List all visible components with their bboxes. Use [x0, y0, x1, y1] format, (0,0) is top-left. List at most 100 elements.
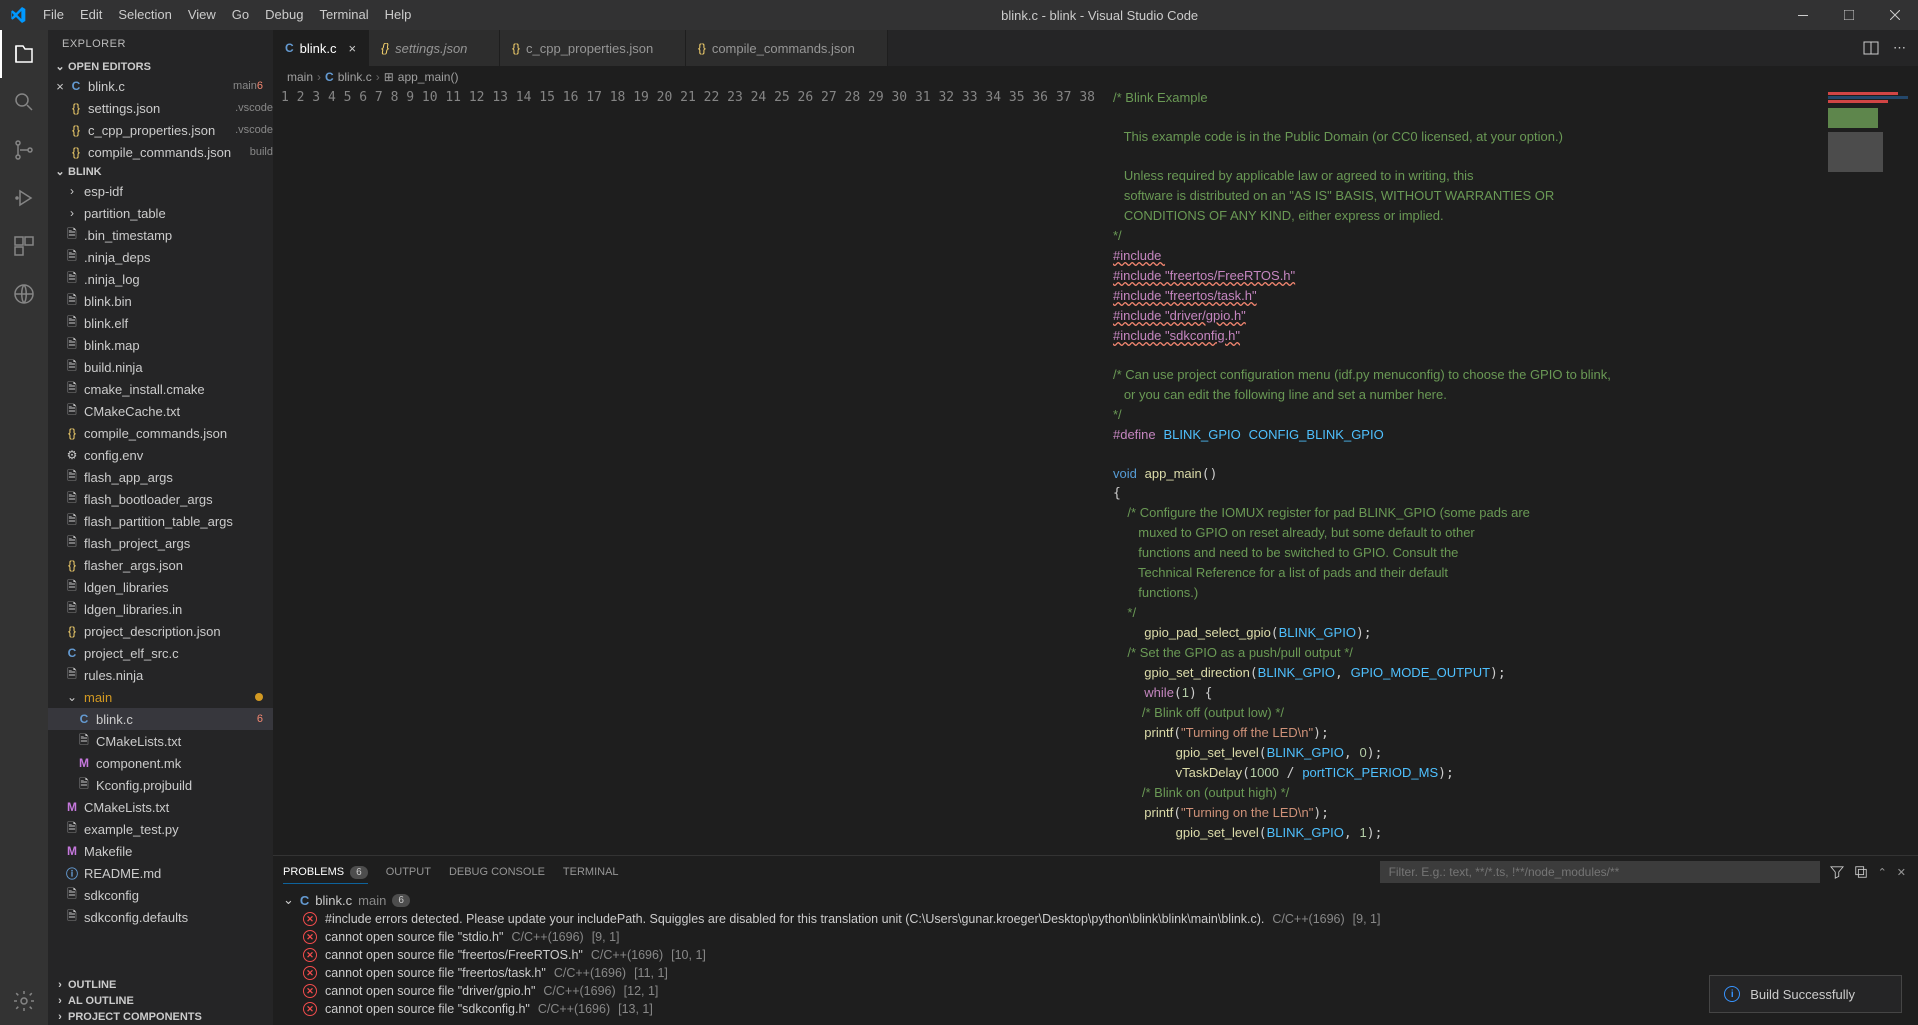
- open-editors-header[interactable]: ⌄ OPEN EDITORS: [48, 58, 273, 75]
- breadcrumb-item[interactable]: app_main(): [398, 70, 459, 84]
- close-icon[interactable]: ×: [52, 79, 68, 94]
- menu-terminal[interactable]: Terminal: [311, 0, 376, 30]
- panel-tab-problems[interactable]: PROBLEMS 6: [283, 866, 368, 884]
- folder-header[interactable]: ⌄ BLINK: [48, 163, 273, 180]
- file-row[interactable]: 🗎rules.ninja: [48, 664, 273, 686]
- file-icon: 🗎: [64, 379, 80, 400]
- notification-toast[interactable]: i Build Successfully: [1709, 975, 1902, 1013]
- folder-row[interactable]: ›esp-idf: [48, 180, 273, 202]
- menu-file[interactable]: File: [35, 0, 72, 30]
- file-row[interactable]: 🗎flash_bootloader_args: [48, 488, 273, 510]
- panel-tab-terminal[interactable]: TERMINAL: [563, 866, 619, 878]
- activity-explorer-icon[interactable]: [0, 30, 48, 78]
- project-components-header[interactable]: ›PROJECT COMPONENTS: [48, 1009, 273, 1025]
- problem-row[interactable]: ✕cannot open source file "freertos/task.…: [273, 964, 1918, 982]
- file-row[interactable]: Cproject_elf_src.c: [48, 642, 273, 664]
- bottom-panel: PROBLEMS 6 OUTPUT DEBUG CONSOLE TERMINAL…: [273, 855, 1918, 1025]
- menu-edit[interactable]: Edit: [72, 0, 110, 30]
- menu-help[interactable]: Help: [377, 0, 420, 30]
- problem-row[interactable]: ✕cannot open source file "freertos/FreeR…: [273, 946, 1918, 964]
- menu-go[interactable]: Go: [224, 0, 257, 30]
- file-row[interactable]: Cblink.c6: [48, 708, 273, 730]
- breadcrumb[interactable]: main›Cblink.c›⊞app_main(): [273, 66, 1918, 88]
- editor-tab[interactable]: {}settings.json×: [369, 30, 500, 66]
- minimize-button[interactable]: [1780, 0, 1826, 30]
- problems-file-row[interactable]: ⌄ C blink.c main 6: [273, 890, 1918, 910]
- filter-icon[interactable]: [1830, 865, 1844, 879]
- code-content[interactable]: /* Blink Example This example code is in…: [1113, 88, 1918, 855]
- activity-debug-icon[interactable]: [0, 174, 48, 222]
- file-row[interactable]: 🗎.ninja_log: [48, 268, 273, 290]
- editor-tab[interactable]: {}compile_commands.json×: [686, 30, 888, 66]
- file-row[interactable]: {}flasher_args.json: [48, 554, 273, 576]
- menu-view[interactable]: View: [180, 0, 224, 30]
- file-row[interactable]: ⓘREADME.md: [48, 862, 273, 884]
- file-row[interactable]: 🗎CMakeCache.txt: [48, 400, 273, 422]
- file-row[interactable]: 🗎flash_app_args: [48, 466, 273, 488]
- file-row[interactable]: 🗎ldgen_libraries: [48, 576, 273, 598]
- file-row[interactable]: 🗎Kconfig.projbuild: [48, 774, 273, 796]
- file-row[interactable]: MCMakeLists.txt: [48, 796, 273, 818]
- collapse-all-icon[interactable]: [1854, 865, 1868, 879]
- file-row[interactable]: 🗎.ninja_deps: [48, 246, 273, 268]
- chevron-right-icon: ›: [52, 995, 68, 1007]
- activity-search-icon[interactable]: [0, 78, 48, 126]
- activity-settings-icon[interactable]: [0, 977, 48, 1025]
- file-row[interactable]: {}project_description.json: [48, 620, 273, 642]
- open-editor-item[interactable]: {}c_cpp_properties.json.vscode: [48, 119, 273, 141]
- minimap[interactable]: [1822, 88, 1918, 855]
- close-button[interactable]: [1872, 0, 1918, 30]
- split-editor-icon[interactable]: [1863, 40, 1879, 56]
- breadcrumb-icon: C: [325, 70, 334, 84]
- open-editor-item[interactable]: {}compile_commands.jsonbuild: [48, 141, 273, 163]
- editor-tab[interactable]: {}c_cpp_properties.json×: [500, 30, 686, 66]
- menu-debug[interactable]: Debug: [257, 0, 311, 30]
- problem-row[interactable]: ✕cannot open source file "stdio.h" C/C++…: [273, 928, 1918, 946]
- open-editor-item[interactable]: ×Cblink.cmain6: [48, 75, 273, 97]
- problem-row[interactable]: ✕cannot open source file "driver/gpio.h"…: [273, 982, 1918, 1000]
- file-row[interactable]: 🗎example_test.py: [48, 818, 273, 840]
- problem-row[interactable]: ✕cannot open source file "sdkconfig.h" C…: [273, 1000, 1918, 1018]
- breadcrumb-item[interactable]: main: [287, 70, 313, 84]
- breadcrumb-item[interactable]: blink.c: [338, 70, 372, 84]
- menu-selection[interactable]: Selection: [110, 0, 179, 30]
- code-editor[interactable]: 1 2 3 4 5 6 7 8 9 10 11 12 13 14 15 16 1…: [273, 88, 1918, 855]
- file-row[interactable]: MMakefile: [48, 840, 273, 862]
- open-editor-item[interactable]: {}settings.json.vscode: [48, 97, 273, 119]
- file-icon: 🗎: [64, 247, 80, 268]
- file-row[interactable]: 🗎sdkconfig: [48, 884, 273, 906]
- file-row[interactable]: 🗎build.ninja: [48, 356, 273, 378]
- problems-filter-input[interactable]: [1380, 861, 1820, 883]
- panel-close-icon[interactable]: ✕: [1897, 866, 1906, 879]
- al-outline-header[interactable]: ›AL OUTLINE: [48, 993, 273, 1009]
- panel-maximize-icon[interactable]: ⌃: [1878, 866, 1887, 879]
- close-icon[interactable]: ×: [349, 41, 357, 56]
- file-row[interactable]: 🗎blink.elf: [48, 312, 273, 334]
- file-row[interactable]: Mcomponent.mk: [48, 752, 273, 774]
- file-row[interactable]: ⚙config.env: [48, 444, 273, 466]
- editor-tab[interactable]: Cblink.c×: [273, 30, 369, 66]
- panel-tab-debug[interactable]: DEBUG CONSOLE: [449, 866, 545, 878]
- file-row[interactable]: 🗎CMakeLists.txt: [48, 730, 273, 752]
- activity-remote-icon[interactable]: [0, 270, 48, 318]
- maximize-button[interactable]: [1826, 0, 1872, 30]
- activity-scm-icon[interactable]: [0, 126, 48, 174]
- file-row[interactable]: 🗎ldgen_libraries.in: [48, 598, 273, 620]
- file-row[interactable]: 🗎cmake_install.cmake: [48, 378, 273, 400]
- folder-row[interactable]: ›partition_table: [48, 202, 273, 224]
- file-row[interactable]: 🗎sdkconfig.defaults: [48, 906, 273, 928]
- problems-list: ⌄ C blink.c main 6 ✕#include errors dete…: [273, 888, 1918, 1025]
- folder-row[interactable]: ⌄main: [48, 686, 273, 708]
- file-icon: 🗎: [64, 335, 80, 356]
- more-actions-icon[interactable]: ⋯: [1893, 40, 1906, 56]
- activity-extensions-icon[interactable]: [0, 222, 48, 270]
- file-row[interactable]: 🗎.bin_timestamp: [48, 224, 273, 246]
- outline-header[interactable]: ›OUTLINE: [48, 977, 273, 993]
- file-row[interactable]: 🗎flash_partition_table_args: [48, 510, 273, 532]
- file-row[interactable]: {}compile_commands.json: [48, 422, 273, 444]
- panel-tab-output[interactable]: OUTPUT: [386, 866, 431, 878]
- problem-row[interactable]: ✕#include errors detected. Please update…: [273, 910, 1918, 928]
- file-row[interactable]: 🗎flash_project_args: [48, 532, 273, 554]
- file-row[interactable]: 🗎blink.bin: [48, 290, 273, 312]
- file-row[interactable]: 🗎blink.map: [48, 334, 273, 356]
